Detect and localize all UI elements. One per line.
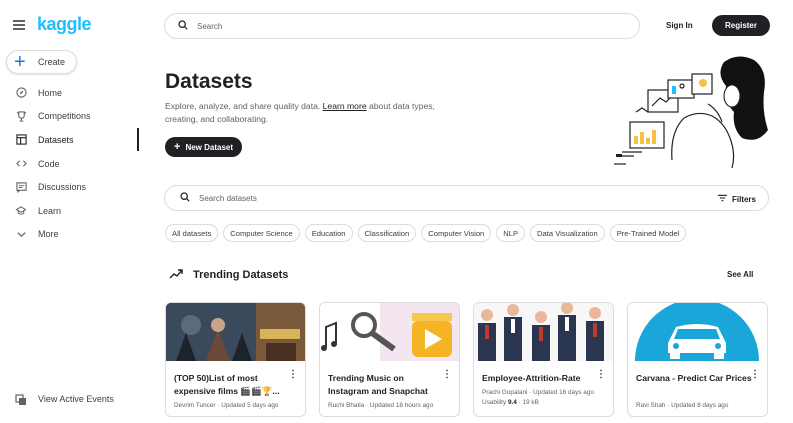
- search-icon: [180, 189, 190, 207]
- trophy-icon: [15, 110, 27, 122]
- sidebar-item-label: Competitions: [38, 111, 91, 122]
- chip-education[interactable]: Education: [304, 224, 353, 242]
- register-button[interactable]: Register: [712, 15, 770, 36]
- view-active-events-label: View Active Events: [38, 394, 114, 404]
- dataset-size: · 19 kB: [518, 399, 539, 406]
- category-chips: All datasets Computer Science Education …: [165, 224, 691, 242]
- chip-computer-science[interactable]: Computer Science: [223, 224, 300, 242]
- dataset-title[interactable]: Carvana - Predict Car Prices: [636, 372, 754, 385]
- chip-classification[interactable]: Classification: [357, 224, 417, 242]
- menu-icon[interactable]: [13, 20, 25, 30]
- dataset-meta: Devrim Tuncer · Updated 5 days ago: [174, 402, 279, 409]
- chip-nlp[interactable]: NLP: [496, 224, 526, 242]
- sidebar-item-home[interactable]: Home: [0, 81, 140, 105]
- sidebar-item-label: Learn: [38, 205, 62, 216]
- dataset-meta: Prachi Gopalani · Updated 16 days ago: [482, 389, 594, 396]
- dataset-card[interactable]: Employee-Attrition-Rate ⋮ Prachi Gopalan…: [473, 302, 614, 417]
- dataset-usability: Usability 9.4 · 19 kB: [482, 399, 539, 406]
- plus-icon: +: [174, 141, 181, 153]
- dataset-card[interactable]: (TOP 50)List of most expensive films 🎬🎬🏆…: [165, 302, 306, 417]
- sidebar-item-label: Datasets: [38, 134, 74, 145]
- sidebar-item-more[interactable]: More: [0, 223, 140, 247]
- dataset-meta: Ruchi Bhatia · Updated 18 hours ago: [328, 402, 434, 409]
- chip-all-datasets[interactable]: All datasets: [165, 224, 219, 242]
- filters-button[interactable]: Filters: [717, 194, 756, 204]
- trending-title: Trending Datasets: [193, 269, 289, 281]
- plus-icon: +: [14, 51, 26, 73]
- comments-icon: [15, 181, 27, 193]
- dataset-thumbnail: [320, 303, 459, 361]
- global-search-input[interactable]: Search: [164, 13, 640, 39]
- dataset-thumbnail: [474, 303, 613, 361]
- more-options-icon[interactable]: ⋮: [442, 369, 452, 380]
- learn-more-link[interactable]: Learn more: [323, 101, 367, 111]
- code-icon: [15, 158, 27, 170]
- create-label: Create: [38, 57, 66, 67]
- dataset-title[interactable]: Employee-Attrition-Rate: [482, 372, 600, 385]
- graduation-cap-icon: [15, 205, 27, 217]
- desc-text: Explore, analyze, and share quality data…: [165, 101, 323, 111]
- sidebar-item-label: More: [38, 229, 59, 240]
- sidebar-item-label: Home: [38, 87, 63, 98]
- kaggle-logo[interactable]: kaggle: [37, 14, 92, 35]
- dataset-search-input[interactable]: Search datasets Filters: [164, 185, 769, 211]
- see-all-link[interactable]: See All: [727, 270, 753, 279]
- new-dataset-label: New Dataset: [185, 142, 234, 152]
- view-active-events-button[interactable]: View Active Events: [15, 393, 114, 405]
- chip-computer-vision[interactable]: Computer Vision: [421, 224, 492, 242]
- filter-icon: [717, 194, 727, 204]
- sidebar: kaggle + Create Home Competitions Datase…: [0, 0, 140, 423]
- sidebar-item-datasets[interactable]: Datasets: [0, 128, 140, 152]
- dataset-thumbnail: [628, 303, 767, 361]
- hero-illustration: [612, 52, 772, 170]
- new-dataset-button[interactable]: + New Dataset: [165, 137, 242, 157]
- sidebar-nav: Home Competitions Datasets Code Discussi…: [0, 81, 140, 246]
- page-title: Datasets: [165, 70, 253, 93]
- sign-in-button[interactable]: Sign In: [666, 21, 693, 30]
- dataset-meta: Ravi Shah · Updated 8 days ago: [636, 402, 729, 409]
- table-icon: [15, 134, 27, 146]
- sidebar-item-code[interactable]: Code: [0, 152, 140, 176]
- more-options-icon[interactable]: ⋮: [288, 369, 298, 380]
- sidebar-item-learn[interactable]: Learn: [0, 199, 140, 223]
- dataset-search-placeholder: Search datasets: [199, 193, 257, 203]
- events-icon: [15, 393, 27, 405]
- chip-pre-trained-model[interactable]: Pre-Trained Model: [609, 224, 687, 242]
- search-icon: [178, 17, 188, 35]
- dataset-card[interactable]: Trending Music on Instagram and Snapchat…: [319, 302, 460, 417]
- sidebar-item-label: Discussions: [38, 182, 87, 193]
- sidebar-item-discussions[interactable]: Discussions: [0, 175, 140, 199]
- trending-icon: [169, 266, 183, 284]
- usability-value: 9.4: [507, 399, 517, 406]
- filters-label: Filters: [731, 194, 756, 204]
- dataset-card[interactable]: Carvana - Predict Car Prices ⋮ Ravi Shah…: [627, 302, 768, 417]
- dataset-title[interactable]: (TOP 50)List of most expensive films 🎬🎬🏆…: [174, 372, 292, 398]
- search-placeholder: Search: [197, 21, 223, 31]
- more-options-icon[interactable]: ⋮: [750, 369, 760, 380]
- sidebar-item-label: Code: [38, 158, 60, 169]
- trending-header: Trending Datasets: [169, 266, 288, 284]
- create-button[interactable]: + Create: [6, 50, 77, 74]
- page-description: Explore, analyze, and share quality data…: [165, 100, 440, 125]
- dataset-thumbnail: [166, 303, 305, 361]
- usability-label: Usability: [482, 399, 507, 406]
- sidebar-item-competitions[interactable]: Competitions: [0, 105, 140, 129]
- chip-data-visualization[interactable]: Data Visualization: [530, 224, 605, 242]
- more-options-icon[interactable]: ⋮: [596, 369, 606, 380]
- chevron-down-icon: [15, 228, 27, 240]
- compass-icon: [15, 87, 27, 99]
- dataset-title[interactable]: Trending Music on Instagram and Snapchat: [328, 372, 446, 398]
